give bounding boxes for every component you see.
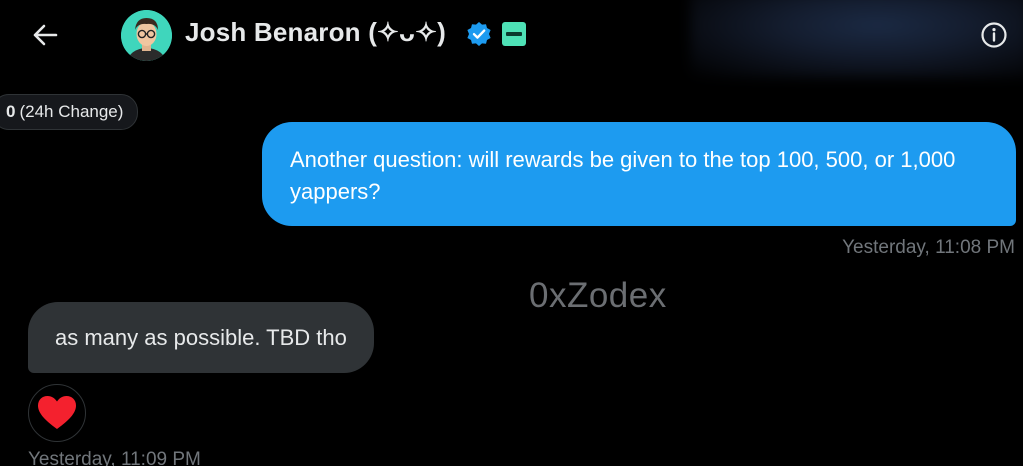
sent-message-text: Another question: will rewards be given … [290, 147, 956, 204]
info-circle-icon [981, 22, 1007, 48]
received-message-bubble[interactable]: as many as possible. TBD tho [28, 302, 374, 373]
change-value: 0 [6, 102, 16, 121]
heart-icon [38, 396, 76, 429]
watermark: 0xZodex [529, 276, 667, 315]
display-name[interactable]: Josh Benaron (✧ᴗ✧) [185, 17, 446, 48]
blurred-region [690, 0, 1023, 78]
received-message-text: as many as possible. TBD tho [55, 324, 347, 350]
avatar[interactable] [121, 10, 172, 61]
back-button[interactable] [28, 18, 62, 52]
sent-message-bubble[interactable]: Another question: will rewards be given … [262, 122, 1016, 226]
conversation-header: Josh Benaron (✧ᴗ✧) [0, 0, 1023, 78]
verified-badge-icon [466, 21, 492, 47]
24h-change-pill[interactable]: 0 (24h Change) [0, 94, 139, 130]
change-label: (24h Change) [19, 102, 124, 121]
affiliate-mark [506, 32, 522, 36]
heart-reaction[interactable] [28, 384, 86, 442]
sent-message-timestamp: Yesterday, 11:08 PM [842, 237, 1015, 258]
received-message-timestamp: Yesterday, 11:09 PM [28, 449, 201, 466]
info-button[interactable] [978, 19, 1010, 51]
dm-conversation: Josh Benaron (✧ᴗ✧) 0 (24h Change) Anothe… [0, 0, 1023, 466]
affiliate-badge-icon[interactable] [502, 22, 526, 46]
arrow-left-icon [33, 24, 58, 46]
